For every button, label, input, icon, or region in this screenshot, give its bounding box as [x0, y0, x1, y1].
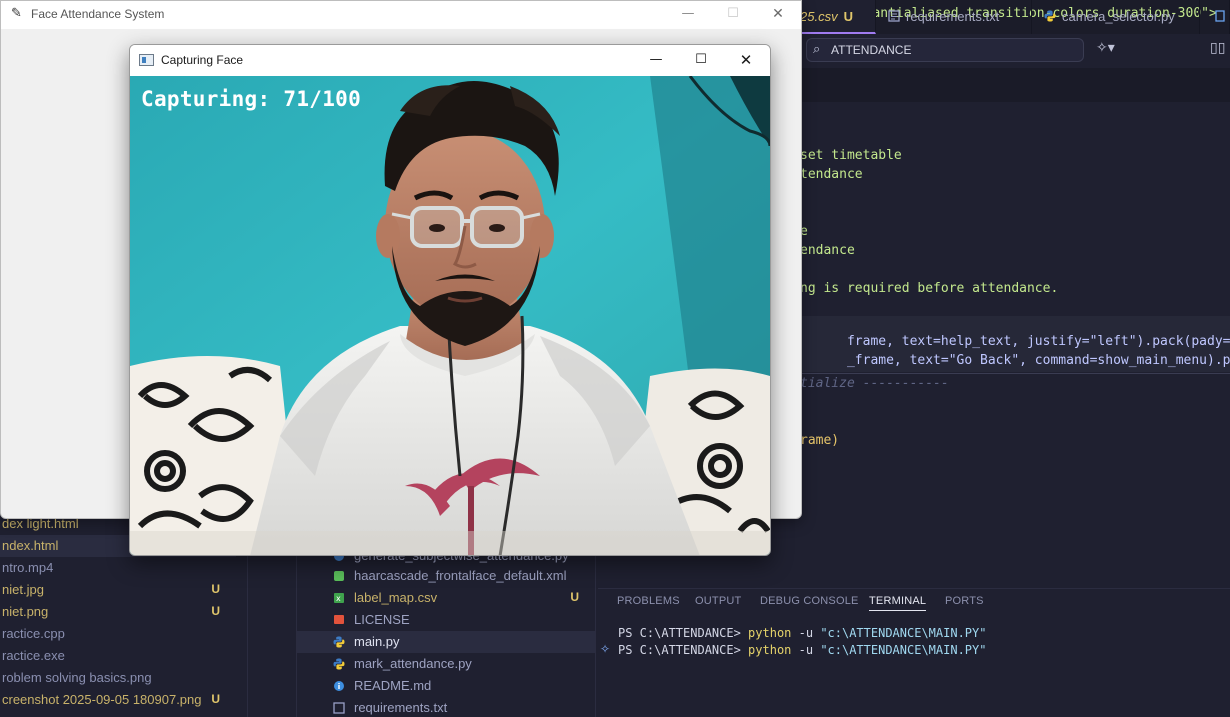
code-comment: tialize ----------- [800, 376, 949, 391]
file-name: README.md [354, 678, 432, 693]
panel-tab-output[interactable]: OUTPUT [695, 595, 741, 607]
explorer-item[interactable]: ntro.mp4 [0, 557, 236, 579]
file-name: roblem solving basics.png [2, 670, 152, 685]
code-line: ng is required before attendance. [800, 281, 1059, 296]
capture-progress-text: Capturing: 71/100 [141, 87, 362, 111]
search-icon: ⌕ [813, 42, 821, 57]
terminal-command: python [748, 643, 792, 657]
untracked-badge: U [211, 604, 220, 618]
untracked-badge: U [843, 9, 853, 24]
panel-tab-ports[interactable]: PORTS [945, 595, 984, 607]
code-line: tendance [800, 167, 863, 182]
file-name: haarcascade_frontalface_default.xml [354, 568, 567, 583]
file-name: label_map.csv [354, 590, 438, 605]
explorer-item[interactable]: LICENSE [297, 609, 595, 631]
file-name: ntro.mp4 [2, 560, 54, 575]
python-icon [1044, 10, 1056, 22]
tab-csv[interactable]: 25.csv U [800, 0, 876, 34]
xml-file-icon [334, 571, 344, 581]
code-line: rame) [800, 433, 840, 448]
file-name: niet.jpg [2, 582, 44, 597]
close-button[interactable]: ✕ [735, 50, 757, 70]
window-title: Face Attendance System [31, 7, 165, 21]
code-editor[interactable]: set timetable tendance e endance ng is r… [800, 104, 1230, 574]
terminal-prompt: PS C:\ATTENDANCE> [618, 626, 749, 640]
terminal-flag: -u [791, 626, 821, 640]
capturing-face-window: Capturing Face — ☐ ✕ Capturing: 71/100 [129, 44, 771, 556]
minimize-button[interactable]: — [677, 4, 699, 24]
explorer-item[interactable]: ractice.exe [0, 645, 236, 667]
text-file-icon [888, 10, 900, 22]
editor-tabbar [800, 68, 1230, 102]
file-name: LICENSE [354, 612, 410, 627]
tab-camera-selector[interactable]: camera_selector.py [1032, 0, 1200, 34]
explorer-item[interactable]: README.md [297, 675, 595, 697]
info-icon [334, 681, 344, 691]
search-text: ATTENDANCE [831, 43, 912, 57]
face-window-titlebar[interactable]: ✎ Face Attendance System — ☐ ✕ [1, 1, 801, 29]
python-icon [333, 636, 345, 648]
panel-tab-terminal[interactable]: TERMINAL [869, 595, 927, 611]
terminal-command: python [748, 626, 792, 640]
tab-label: requirements.txt [906, 9, 1000, 24]
code-line-text: _frame, text="Go Back", command=show_mai… [846, 353, 1230, 368]
copilot-icon[interactable]: ✧▾ [1096, 40, 1115, 56]
file-name: niet.png [2, 604, 49, 619]
window-title: Capturing Face [161, 53, 244, 67]
terminal-flag: -u [791, 643, 821, 657]
explorer-item[interactable]: main.py [297, 631, 595, 653]
svg-text:x: x [336, 594, 341, 603]
code-line: set timetable [800, 148, 902, 163]
file-name: ractice.exe [2, 648, 65, 663]
file-name: main.py [354, 634, 400, 649]
command-center-search[interactable]: ⌕ ATTENDANCE [806, 38, 1084, 62]
terminal-line: PS C:\ATTENDANCE> python -u "c:\ATTENDAN… [618, 626, 986, 640]
file-name: creenshot 2025-09-05 180907.png [2, 692, 202, 707]
layout-icon[interactable]: ▯▯ [1210, 40, 1225, 56]
explorer-item[interactable]: ractice.cpp [0, 623, 236, 645]
maximize-button[interactable]: ☐ [722, 4, 744, 24]
untracked-badge: U [211, 692, 220, 706]
maximize-button[interactable]: ☐ [690, 50, 712, 70]
terminal-argument: "c:\ATTENDANCE\MAIN.PY" [820, 626, 987, 640]
panel-tab-problems[interactable]: PROBLEMS [617, 595, 680, 607]
panel-tab-debug-console[interactable]: DEBUG CONSOLE [760, 595, 859, 607]
file-name: ndex.html [2, 538, 59, 553]
explorer-item[interactable]: roblem solving basics.png [0, 667, 236, 689]
tab-overflow[interactable] [1200, 0, 1230, 34]
sparkle-icon: ✧ [600, 642, 611, 656]
explorer-item[interactable]: niet.jpg U [0, 579, 236, 601]
feather-icon: ✎ [11, 6, 22, 21]
terminal-line: PS C:\ATTENDANCE> python -u "c:\ATTENDAN… [618, 643, 986, 657]
file-name: mark_attendance.py [354, 656, 472, 671]
explorer-mid: generate_subjectwise_attendance.py haarc… [296, 548, 596, 717]
csv-file-icon: x [334, 593, 344, 603]
code-line: endance [800, 243, 855, 258]
explorer-item[interactable]: creenshot 2025-09-05 180907.png U [0, 689, 236, 711]
explorer-item[interactable]: mark_attendance.py [297, 653, 595, 675]
capture-window-titlebar[interactable]: Capturing Face — ☐ ✕ [130, 45, 770, 76]
explorer-item[interactable]: haarcascade_frontalface_default.xml [297, 565, 595, 587]
license-icon [334, 615, 344, 624]
terminal-argument: "c:\ATTENDANCE\MAIN.PY" [820, 643, 987, 657]
explorer-item[interactable]: requirements.txt [297, 697, 595, 717]
document-icon [1215, 10, 1225, 22]
explorer-item[interactable]: x label_map.csv U [297, 587, 595, 609]
untracked-badge: U [570, 590, 579, 604]
close-button[interactable]: ✕ [767, 4, 789, 24]
app-window-icon [139, 54, 154, 66]
explorer-item[interactable]: niet.png U [0, 601, 236, 623]
tab-label: camera_selector.py [1062, 9, 1175, 24]
untracked-badge: U [211, 582, 220, 596]
bottom-panel: PROBLEMS OUTPUT DEBUG CONSOLE TERMINAL P… [598, 588, 1230, 717]
file-name: ractice.cpp [2, 626, 65, 641]
tab-requirements[interactable]: requirements.txt [876, 0, 1032, 34]
camera-feed [130, 76, 770, 555]
python-icon [333, 658, 345, 670]
file-name: requirements.txt [354, 700, 448, 715]
terminal-prompt: PS C:\ATTENDANCE> [618, 643, 749, 657]
text-file-icon [333, 702, 345, 714]
tab-label: 25.csv [800, 9, 838, 24]
minimize-button[interactable]: — [645, 50, 667, 70]
